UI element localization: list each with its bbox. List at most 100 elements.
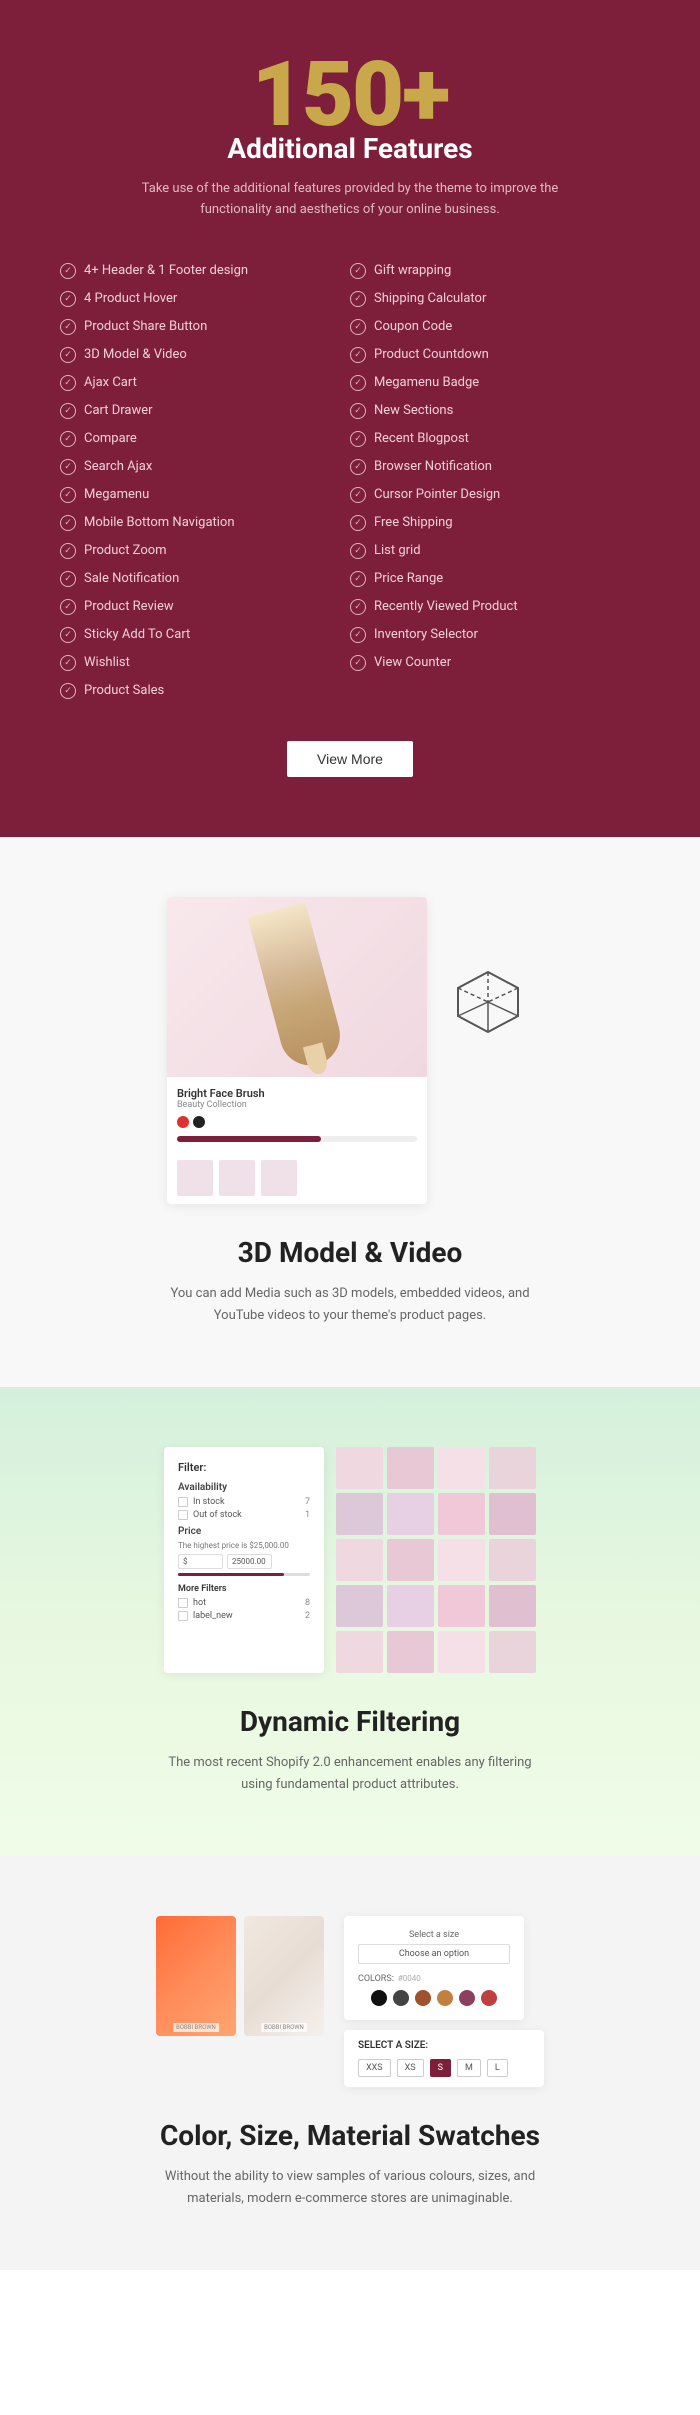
color-black	[193, 1116, 205, 1128]
feature-item: ✓Sale Notification	[60, 565, 350, 593]
color-code: #0040	[398, 1974, 421, 1983]
product-thumb-item	[489, 1493, 536, 1535]
size-swatch[interactable]: XS	[397, 2059, 424, 2077]
color-swatch[interactable]	[481, 1990, 497, 2006]
feature-item: ✓Gift wrapping	[350, 257, 640, 285]
check-icon: ✓	[60, 403, 76, 419]
check-icon: ✓	[350, 319, 366, 335]
check-icon: ✓	[60, 263, 76, 279]
feature-item: ✓Search Ajax	[60, 453, 350, 481]
check-icon: ✓	[350, 263, 366, 279]
color-swatch[interactable]	[437, 1990, 453, 2006]
view-more-button[interactable]: View More	[287, 741, 413, 777]
swatch-size-select[interactable]: Choose an option	[358, 1944, 510, 1964]
check-icon: ✓	[350, 291, 366, 307]
color-red	[177, 1116, 189, 1128]
product-thumb-item	[438, 1493, 485, 1535]
feature-item: ✓Product Review	[60, 593, 350, 621]
in-stock-row: In stock 7	[178, 1497, 310, 1507]
check-icon: ✓	[350, 375, 366, 391]
check-icon: ✓	[60, 431, 76, 447]
check-icon: ✓	[60, 347, 76, 363]
filter-price-from[interactable]: $	[178, 1554, 223, 1569]
check-icon: ✓	[60, 655, 76, 671]
size-swatch[interactable]: M	[457, 2059, 481, 2077]
out-of-stock-label: Out of stock	[193, 1510, 300, 1520]
filter-range-fill	[178, 1573, 284, 1576]
thumb-1	[177, 1160, 213, 1196]
feature-item: ✓Megamenu Badge	[350, 369, 640, 397]
feature-item: ✓Free Shipping	[350, 509, 640, 537]
product-thumb-item	[438, 1447, 485, 1489]
price-label: Price	[178, 1526, 310, 1537]
check-icon: ✓	[350, 459, 366, 475]
swatches-section-title: Color, Size, Material Swatches	[40, 2119, 660, 2152]
product-thumb-item	[336, 1539, 383, 1581]
swatch-size-select-label: SELECT A SIZE:	[358, 2040, 530, 2051]
filter-panel-title: Filter:	[178, 1461, 310, 1474]
model-preview: Bright Face Brush Beauty Collection	[40, 897, 660, 1204]
feature-item: ✓Compare	[60, 425, 350, 453]
feature-item: ✓Recent Blogpost	[350, 425, 640, 453]
products-grid	[336, 1447, 536, 1673]
color-swatch[interactable]	[393, 1990, 409, 2006]
out-of-stock-row: Out of stock 1	[178, 1510, 310, 1520]
filter-price-to[interactable]: 25000.00	[227, 1554, 272, 1569]
check-icon: ✓	[350, 571, 366, 587]
check-icon: ✓	[350, 515, 366, 531]
feature-item: ✓Price Range	[350, 565, 640, 593]
swatches-preview: BOBBI BROWN BOBBI BROWN Select a size Ch…	[40, 1916, 660, 2087]
feature-item: ✓Ajax Cart	[60, 369, 350, 397]
feature-item: ✓Sticky Add To Cart	[60, 621, 350, 649]
feature-item: ✓Inventory Selector	[350, 621, 640, 649]
filter-preview: Filter: Availability In stock 7 Out of s…	[40, 1447, 660, 1673]
product-thumb-item	[336, 1447, 383, 1489]
feature-item: ✓Recently Viewed Product	[350, 593, 640, 621]
features-title: Additional Features	[60, 132, 640, 165]
model-section-title: 3D Model & Video	[40, 1236, 660, 1269]
features-subtitle: Take use of the additional features prov…	[140, 179, 560, 221]
availability-label: Availability	[178, 1482, 310, 1493]
label-new-checkbox[interactable]	[178, 1611, 188, 1621]
size-swatch[interactable]: XXS	[358, 2059, 391, 2077]
features-grid: ✓4+ Header & 1 Footer design✓4 Product H…	[60, 257, 640, 705]
product-colors	[177, 1116, 417, 1128]
swatch-product-images: BOBBI BROWN BOBBI BROWN	[156, 1916, 324, 2036]
feature-item: ✓View Counter	[350, 649, 640, 677]
product-thumb-item	[438, 1585, 485, 1627]
feature-item: ✓Product Sales	[60, 677, 350, 705]
in-stock-checkbox[interactable]	[178, 1497, 188, 1507]
product-thumb-item	[489, 1585, 536, 1627]
tag-hot-count: 8	[305, 1598, 310, 1608]
check-icon: ✓	[60, 459, 76, 475]
product-thumb-item	[336, 1585, 383, 1627]
filter-more[interactable]: More Filters	[178, 1584, 310, 1594]
color-swatch[interactable]	[459, 1990, 475, 2006]
features-col1: ✓4+ Header & 1 Footer design✓4 Product H…	[60, 257, 350, 705]
swatches-section-desc: Without the ability to view samples of v…	[160, 2166, 540, 2210]
product-thumb-item	[387, 1493, 434, 1535]
feature-item: ✓Wishlist	[60, 649, 350, 677]
color-swatch[interactable]	[371, 1990, 387, 2006]
feature-item: ✓Product Countdown	[350, 341, 640, 369]
model-section-desc: You can add Media such as 3D models, emb…	[160, 1283, 540, 1327]
hero-number: 150+	[60, 50, 640, 140]
out-of-stock-checkbox[interactable]	[178, 1510, 188, 1520]
size-swatch[interactable]: S	[430, 2059, 451, 2077]
check-icon: ✓	[60, 627, 76, 643]
feature-item: ✓Product Zoom	[60, 537, 350, 565]
check-icon: ✓	[350, 627, 366, 643]
color-swatch[interactable]	[415, 1990, 431, 2006]
check-icon: ✓	[60, 515, 76, 531]
tag-hot-checkbox[interactable]	[178, 1598, 188, 1608]
swatch-label-1: BOBBI BROWN	[173, 2023, 219, 2032]
swatch-color-row	[358, 1990, 510, 2006]
in-stock-count: 7	[305, 1497, 310, 1507]
size-swatch[interactable]: L	[487, 2059, 508, 2077]
check-icon: ✓	[60, 683, 76, 699]
product-sub: Beauty Collection	[177, 1100, 417, 1110]
check-icon: ✓	[350, 347, 366, 363]
check-icon: ✓	[350, 487, 366, 503]
thumb-2	[219, 1160, 255, 1196]
model-product-card: Bright Face Brush Beauty Collection	[167, 897, 427, 1204]
